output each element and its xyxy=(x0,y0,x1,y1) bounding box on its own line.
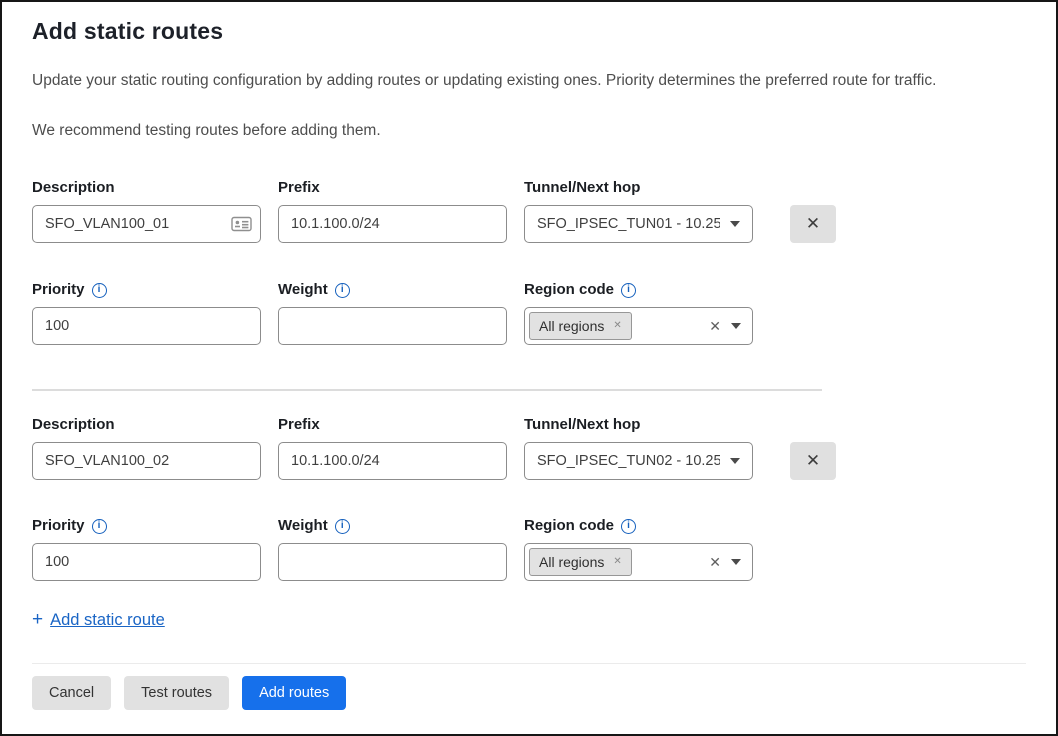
clear-selection-icon[interactable]: ✕ xyxy=(709,319,721,333)
weight-label-text: Weight xyxy=(278,516,328,536)
description-input[interactable] xyxy=(32,442,261,480)
tunnel-selected-value: SFO_IPSEC_TUN01 - 10.25... xyxy=(537,216,720,232)
tunnel-label: Tunnel/Next hop xyxy=(524,415,753,435)
description-label: Description xyxy=(32,415,261,435)
cancel-button[interactable]: Cancel xyxy=(32,676,111,710)
priority-label-text: Priority xyxy=(32,516,85,536)
note-text: We recommend testing routes before addin… xyxy=(32,120,1026,141)
weight-label-text: Weight xyxy=(278,280,328,300)
info-icon[interactable]: i xyxy=(621,283,636,298)
tunnel-select[interactable]: SFO_IPSEC_TUN01 - 10.25... xyxy=(524,205,753,243)
description-label-text: Description xyxy=(32,178,115,198)
add-static-routes-dialog: Add static routes Update your static rou… xyxy=(0,0,1058,736)
chip-remove-icon[interactable]: ✕ xyxy=(613,321,621,331)
tunnel-field-group: Tunnel/Next hop SFO_IPSEC_TUN02 - 10.25.… xyxy=(524,415,753,480)
description-label: Description xyxy=(32,178,261,198)
weight-label: Weight i xyxy=(278,516,507,536)
clear-selection-icon[interactable]: ✕ xyxy=(709,555,721,569)
route-divider xyxy=(32,389,822,391)
description-field-group: Description xyxy=(32,415,261,480)
region-chip: All regions ✕ xyxy=(529,312,632,340)
test-routes-button[interactable]: Test routes xyxy=(124,676,229,710)
chevron-down-icon xyxy=(731,323,741,329)
description-label-text: Description xyxy=(32,415,115,435)
priority-input[interactable] xyxy=(32,543,261,581)
priority-field-group: Priority i xyxy=(32,516,261,581)
add-static-route-link[interactable]: Add static route xyxy=(50,609,165,631)
weight-field-group: Weight i xyxy=(278,280,507,345)
region-code-label: Region code i xyxy=(524,280,753,300)
add-routes-button[interactable]: Add routes xyxy=(242,676,346,710)
prefix-label: Prefix xyxy=(278,415,507,435)
region-chip-label: All regions xyxy=(539,318,604,334)
region-code-field-group: Region code i All regions ✕ ✕ xyxy=(524,280,753,345)
info-icon[interactable]: i xyxy=(92,519,107,534)
tunnel-label-text: Tunnel/Next hop xyxy=(524,178,640,198)
prefix-input[interactable] xyxy=(278,442,507,480)
tunnel-selected-value: SFO_IPSEC_TUN02 - 10.25... xyxy=(537,453,720,469)
route-block-1: Description Prefix xyxy=(32,178,1026,345)
chevron-down-icon xyxy=(730,458,740,464)
priority-input[interactable] xyxy=(32,307,261,345)
priority-field-group: Priority i xyxy=(32,280,261,345)
prefix-label-text: Prefix xyxy=(278,178,320,198)
chevron-down-icon xyxy=(731,559,741,565)
info-icon[interactable]: i xyxy=(621,519,636,534)
chip-remove-icon[interactable]: ✕ xyxy=(613,557,621,567)
region-code-label-text: Region code xyxy=(524,280,614,300)
prefix-label: Prefix xyxy=(278,178,507,198)
tunnel-label: Tunnel/Next hop xyxy=(524,178,753,198)
region-code-label-text: Region code xyxy=(524,516,614,536)
prefix-field-group: Prefix xyxy=(278,415,507,480)
priority-label: Priority i xyxy=(32,280,261,300)
region-chip-label: All regions xyxy=(539,554,604,570)
route-block-2: Description Prefix Tunnel/Next hop SFO_I… xyxy=(32,415,1026,581)
intro-text: Update your static routing configuration… xyxy=(32,70,1026,91)
delete-route-button[interactable]: ✕ xyxy=(790,442,836,480)
prefix-field-group: Prefix xyxy=(278,178,507,243)
weight-input[interactable] xyxy=(278,307,507,345)
footer-divider xyxy=(32,663,1026,664)
priority-label-text: Priority xyxy=(32,280,85,300)
region-code-select[interactable]: All regions ✕ ✕ xyxy=(524,307,753,345)
add-static-route-row: + Add static route xyxy=(32,609,1026,631)
priority-label: Priority i xyxy=(32,516,261,536)
tunnel-label-text: Tunnel/Next hop xyxy=(524,415,640,435)
chevron-down-icon xyxy=(730,221,740,227)
weight-field-group: Weight i xyxy=(278,516,507,581)
footer-actions: Cancel Test routes Add routes xyxy=(32,676,1026,710)
region-chip: All regions ✕ xyxy=(529,548,632,576)
weight-label: Weight i xyxy=(278,280,507,300)
region-code-field-group: Region code i All regions ✕ ✕ xyxy=(524,516,753,581)
description-input[interactable] xyxy=(32,205,261,243)
page-title: Add static routes xyxy=(32,16,1026,46)
region-code-select[interactable]: All regions ✕ ✕ xyxy=(524,543,753,581)
description-field-group: Description xyxy=(32,178,261,243)
delete-route-button[interactable]: ✕ xyxy=(790,205,836,243)
tunnel-field-group: Tunnel/Next hop SFO_IPSEC_TUN01 - 10.25.… xyxy=(524,178,753,243)
region-code-label: Region code i xyxy=(524,516,753,536)
prefix-label-text: Prefix xyxy=(278,415,320,435)
info-icon[interactable]: i xyxy=(335,283,350,298)
weight-input[interactable] xyxy=(278,543,507,581)
info-icon[interactable]: i xyxy=(92,283,107,298)
info-icon[interactable]: i xyxy=(335,519,350,534)
prefix-input[interactable] xyxy=(278,205,507,243)
plus-icon: + xyxy=(32,609,43,631)
tunnel-select[interactable]: SFO_IPSEC_TUN02 - 10.25... xyxy=(524,442,753,480)
